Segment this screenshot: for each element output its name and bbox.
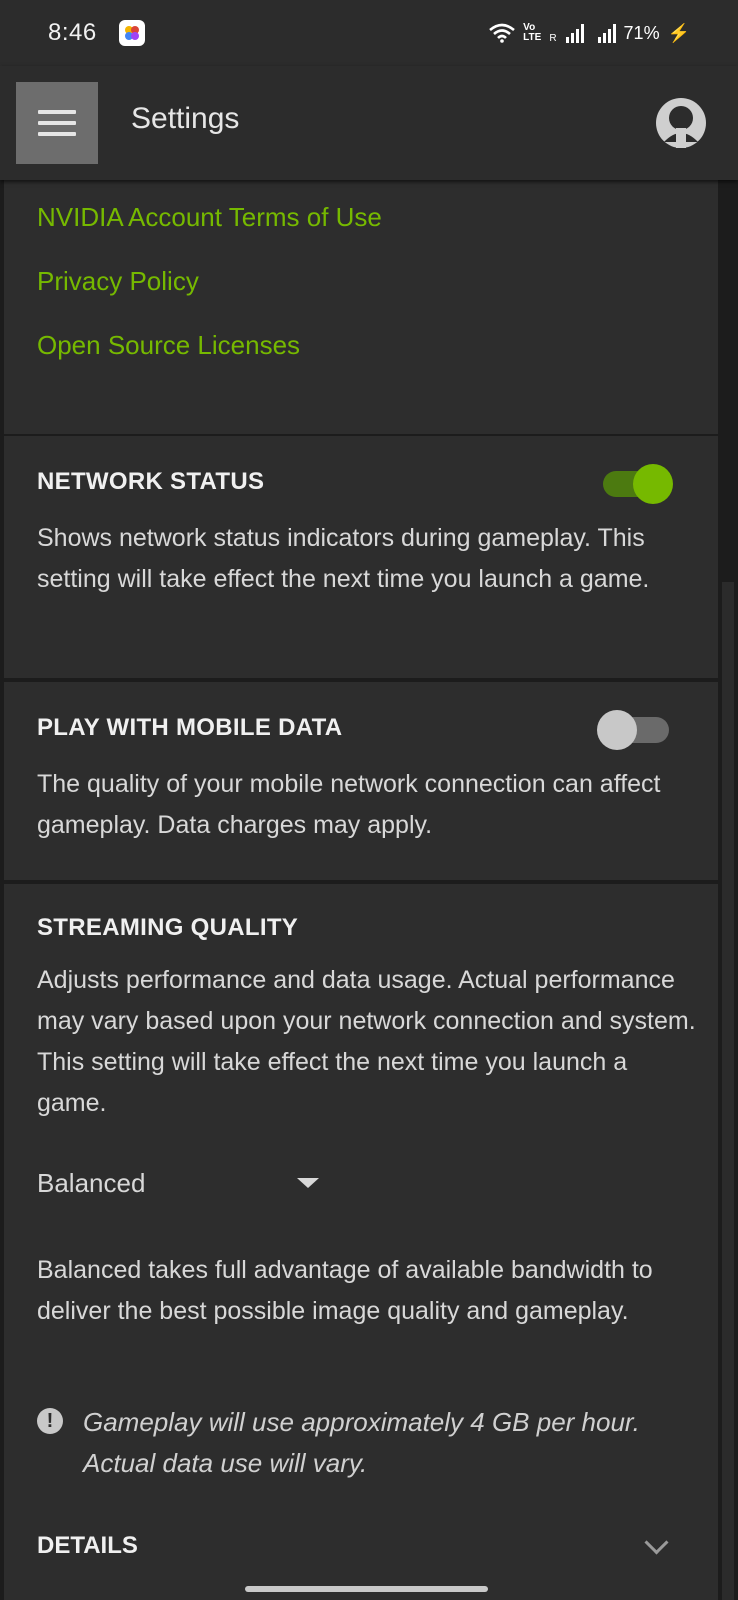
charging-icon: ⚡ <box>667 22 690 43</box>
open-source-licenses-link[interactable]: Open Source Licenses <box>37 330 300 361</box>
network-status-toggle[interactable] <box>597 460 673 504</box>
dropdown-arrow-icon <box>297 1178 319 1188</box>
signal-icon-sim2 <box>597 23 616 43</box>
warning-icon: ! <box>37 1408 63 1434</box>
network-status-description: Shows network status indicators during g… <box>37 524 650 593</box>
streaming-quality-dropdown[interactable]: Balanced <box>37 1158 327 1208</box>
wifi-icon <box>489 23 515 43</box>
selected-quality: Balanced <box>37 1167 146 1198</box>
settings-content: NVIDIA Account Terms of Use Privacy Poli… <box>0 180 738 1600</box>
legal-links-card: NVIDIA Account Terms of Use Privacy Poli… <box>4 180 718 434</box>
mobile-data-description: The quality of your mobile network conne… <box>37 770 661 839</box>
mobile-data-toggle[interactable] <box>597 706 673 750</box>
data-usage-warning: ! Gameplay will use approximately 4 GB p… <box>37 1402 697 1484</box>
app-notification-icon <box>118 20 145 46</box>
details-label: DETAILS <box>37 1532 138 1559</box>
status-bar: 8:46 Vo LTE R 71% ⚡ <box>0 0 738 66</box>
battery-percent: 71% <box>623 22 660 43</box>
status-time: 8:46 <box>48 19 97 46</box>
volte-indicator: Vo LTE <box>523 22 542 43</box>
menu-button[interactable] <box>16 82 98 164</box>
user-avatar-icon <box>656 98 706 148</box>
streaming-quality-description: Adjusts performance and data usage. Actu… <box>37 966 696 1117</box>
mobile-data-heading: PLAY WITH MOBILE DATA <box>37 714 343 741</box>
signal-icon-sim1 <box>565 23 584 43</box>
home-indicator[interactable] <box>245 1586 488 1592</box>
scrollbar[interactable] <box>722 582 734 1600</box>
roaming-indicator: R <box>549 32 557 44</box>
quality-explanation: Balanced takes full advantage of availab… <box>37 1256 653 1325</box>
terms-of-use-link[interactable]: NVIDIA Account Terms of Use <box>37 202 382 233</box>
streaming-quality-heading: STREAMING QUALITY <box>37 914 299 941</box>
details-expander[interactable]: DETAILS <box>37 1526 677 1566</box>
app-bar: Settings <box>0 66 738 180</box>
warning-text: Gameplay will use approximately 4 GB per… <box>83 1407 640 1478</box>
chevron-down-icon <box>644 1529 669 1555</box>
mobile-data-card: PLAY WITH MOBILE DATA The quality of you… <box>4 682 718 880</box>
privacy-policy-link[interactable]: Privacy Policy <box>37 266 199 297</box>
network-status-card: NETWORK STATUS Shows network status indi… <box>4 436 718 678</box>
page-title: Settings <box>131 102 240 135</box>
avatar[interactable] <box>656 98 706 148</box>
network-status-heading: NETWORK STATUS <box>37 468 265 495</box>
hamburger-icon <box>38 110 76 114</box>
streaming-quality-card: STREAMING QUALITY Adjusts performance an… <box>4 884 718 1600</box>
